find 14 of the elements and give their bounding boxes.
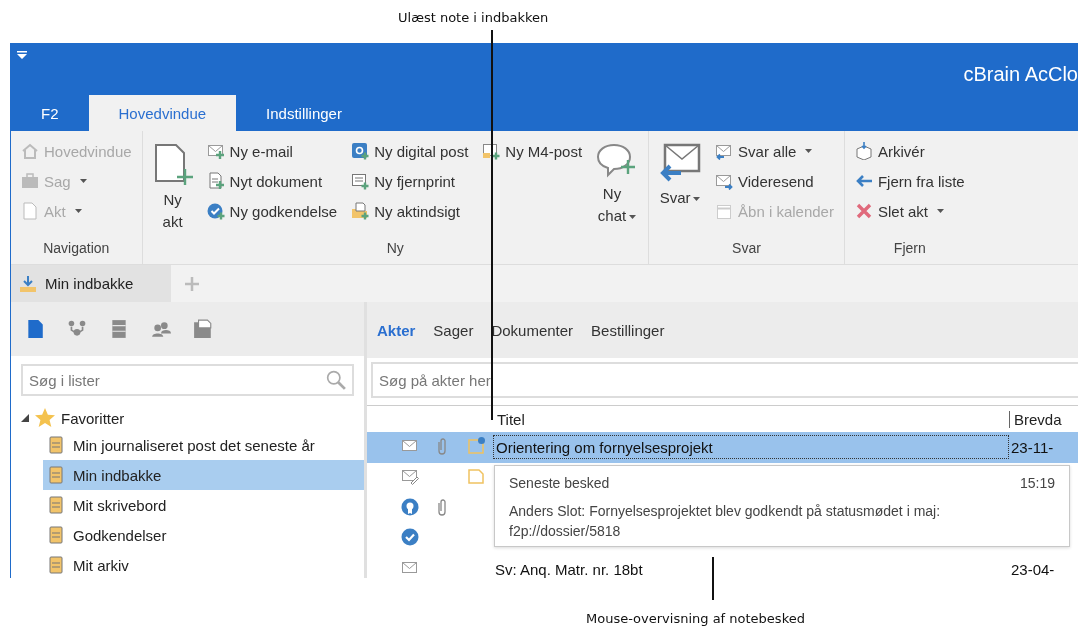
group-label: Navigation — [42, 240, 111, 258]
window-title: cBrain AcClo — [963, 63, 1078, 86]
table-cell: Orientering om fornyelsesprojekt — [493, 435, 1009, 460]
table-cell-text: Sv: Anq. Matr. nr. 18bt — [494, 560, 644, 578]
tooltip-heading: Seneste besked — [509, 475, 610, 491]
tooltip-time: 15:19 — [1019, 475, 1055, 491]
table-cell-text: 23-11- — [1010, 438, 1055, 456]
callout-label: Ulæst note i indbakken — [398, 10, 549, 25]
group-label: Fjern — [892, 240, 927, 258]
tooltip-message: Anders Slot: Fornyelsesprojektet blev godkendt på statusmødet i maj: f2p://dossier/5818 — [509, 502, 942, 541]
group-label: Ny — [385, 240, 405, 258]
table-cell-text: 23-04- — [1010, 560, 1056, 578]
group-label: Svar — [731, 240, 762, 258]
callout-label: Mouse-overvisning af notebesked — [586, 611, 805, 626]
